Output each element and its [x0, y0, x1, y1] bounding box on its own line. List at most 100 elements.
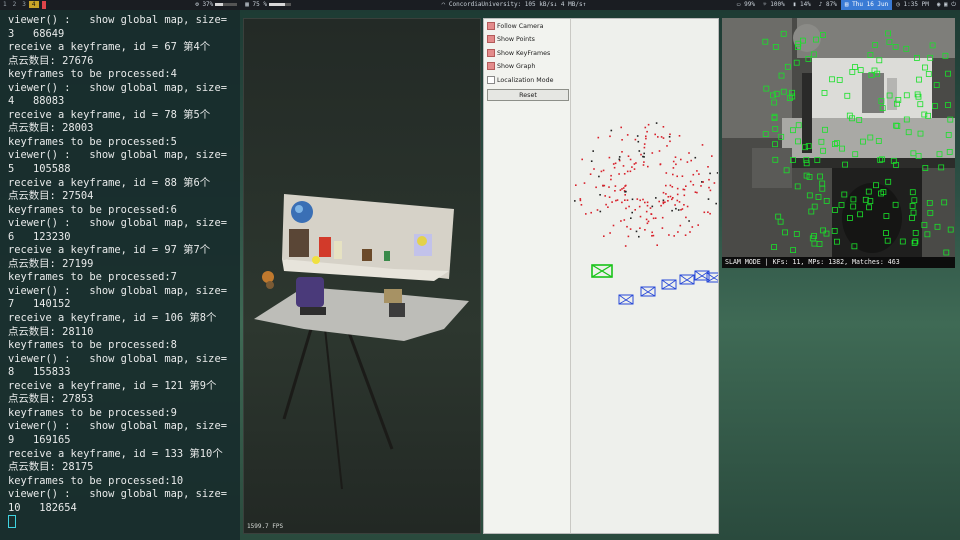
map-point [680, 209, 682, 211]
terminal-line: 10 182654 [8, 501, 77, 514]
reset-button[interactable]: Reset [487, 89, 569, 101]
map-point [635, 230, 638, 233]
clock-time: ◷ 1:35 PM [896, 1, 929, 8]
checkbox-icon[interactable] [487, 49, 495, 57]
map-point [636, 135, 639, 137]
map-point [643, 152, 645, 155]
workspace-3[interactable]: 3 [19, 1, 29, 8]
volume-indicator[interactable]: ♪ 87% [815, 0, 841, 10]
map-point [645, 135, 647, 138]
option-show-graph[interactable]: Show Graph [487, 62, 535, 70]
map-point [602, 184, 604, 187]
map-point [638, 150, 641, 152]
map-point [621, 151, 623, 153]
map-point [665, 193, 667, 195]
map-point [703, 211, 706, 214]
map-point [643, 143, 646, 145]
keyframe-marker [679, 274, 695, 285]
map-point [618, 158, 621, 161]
map-point [676, 187, 679, 190]
map-point [652, 234, 655, 237]
map-point [647, 220, 650, 223]
terminal-line: keyframes to be processed:7 [8, 271, 177, 284]
battery-indicator: ▮ 14% [792, 1, 811, 8]
map-point [629, 170, 632, 173]
map-point [681, 208, 684, 210]
map-point [659, 163, 662, 165]
map-point [698, 173, 700, 175]
terminal-cursor [8, 515, 16, 529]
option-show-points[interactable]: Show Points [487, 35, 535, 43]
map-point [620, 126, 622, 129]
map-point [669, 184, 672, 187]
tray-icons[interactable]: ◉ ▣ ⏻ [933, 0, 960, 10]
map-point [688, 152, 690, 154]
checkbox-icon[interactable] [487, 22, 495, 30]
map-point [639, 199, 641, 202]
map-point [614, 185, 617, 187]
map-point [692, 173, 695, 176]
map-point [671, 198, 673, 201]
point-cloud-viewer[interactable]: 1599.7 FPS [243, 18, 481, 534]
disk-indicator: ▭ 99% [736, 1, 755, 8]
map-point [709, 189, 712, 192]
map-point [676, 193, 679, 196]
checkbox-icon[interactable] [487, 35, 495, 43]
checkbox-icon[interactable] [487, 76, 495, 84]
map-point [672, 167, 675, 169]
terminal-line: 3 68649 [8, 27, 65, 40]
terminal-line: viewer() : show global map, size= [8, 217, 227, 230]
cpu-bar [215, 3, 238, 6]
workspace-4[interactable]: 4 [28, 1, 39, 8]
map-point [615, 199, 617, 202]
checkbox-icon[interactable] [487, 62, 495, 70]
map-point [672, 173, 674, 176]
map-point [689, 180, 692, 183]
map-point [658, 200, 660, 203]
map-point [623, 173, 626, 175]
map-point [597, 136, 600, 139]
terminal-window[interactable]: viewer() : show global map, size= 3 68649… [0, 10, 240, 540]
map-point [661, 227, 664, 229]
map-point [651, 152, 654, 154]
map-point [662, 126, 665, 128]
map-point [613, 166, 616, 169]
terminal-line: 点云数目: 27676 [8, 54, 94, 67]
option-follow-camera[interactable]: Follow Camera [487, 22, 543, 30]
workspace-2[interactable]: 2 [10, 1, 20, 8]
map-point [644, 126, 647, 129]
terminal-line: 5 105588 [8, 163, 71, 176]
map-point [603, 235, 605, 237]
map-point [608, 186, 610, 188]
map-point [621, 188, 623, 190]
map-point [660, 204, 662, 207]
map-viewer-window[interactable]: Follow Camera Show Points Show KeyFrames… [483, 18, 719, 534]
map-point [579, 198, 582, 200]
option-show-keyframes[interactable]: Show KeyFrames [487, 49, 550, 57]
map-point [664, 201, 666, 203]
workspace-1[interactable]: 1 [0, 1, 10, 8]
map-point [619, 189, 622, 191]
map-3d-canvas[interactable] [571, 19, 718, 533]
map-point [611, 201, 613, 203]
map-point [636, 198, 639, 200]
map-point [677, 209, 680, 211]
terminal-line: keyframes to be processed:5 [8, 135, 177, 148]
map-point [675, 207, 677, 210]
keyframe-marker [640, 286, 656, 297]
map-point [605, 203, 607, 206]
map-point [624, 185, 626, 187]
keyframe-marker [618, 294, 634, 305]
terminal-line: keyframes to be processed:10 [8, 474, 184, 487]
map-point [646, 222, 649, 225]
map-point [634, 209, 636, 211]
map-point [610, 178, 612, 181]
workspace-switcher[interactable]: 1234 [0, 0, 39, 10]
map-point [624, 245, 627, 247]
option-localization-mode[interactable]: Localization Mode [487, 76, 553, 84]
terminal-line: 7 140152 [8, 298, 71, 311]
map-point [674, 156, 677, 158]
terminal-line: 点云数目: 28003 [8, 122, 94, 135]
map-point [667, 196, 670, 198]
map-point [669, 140, 671, 143]
